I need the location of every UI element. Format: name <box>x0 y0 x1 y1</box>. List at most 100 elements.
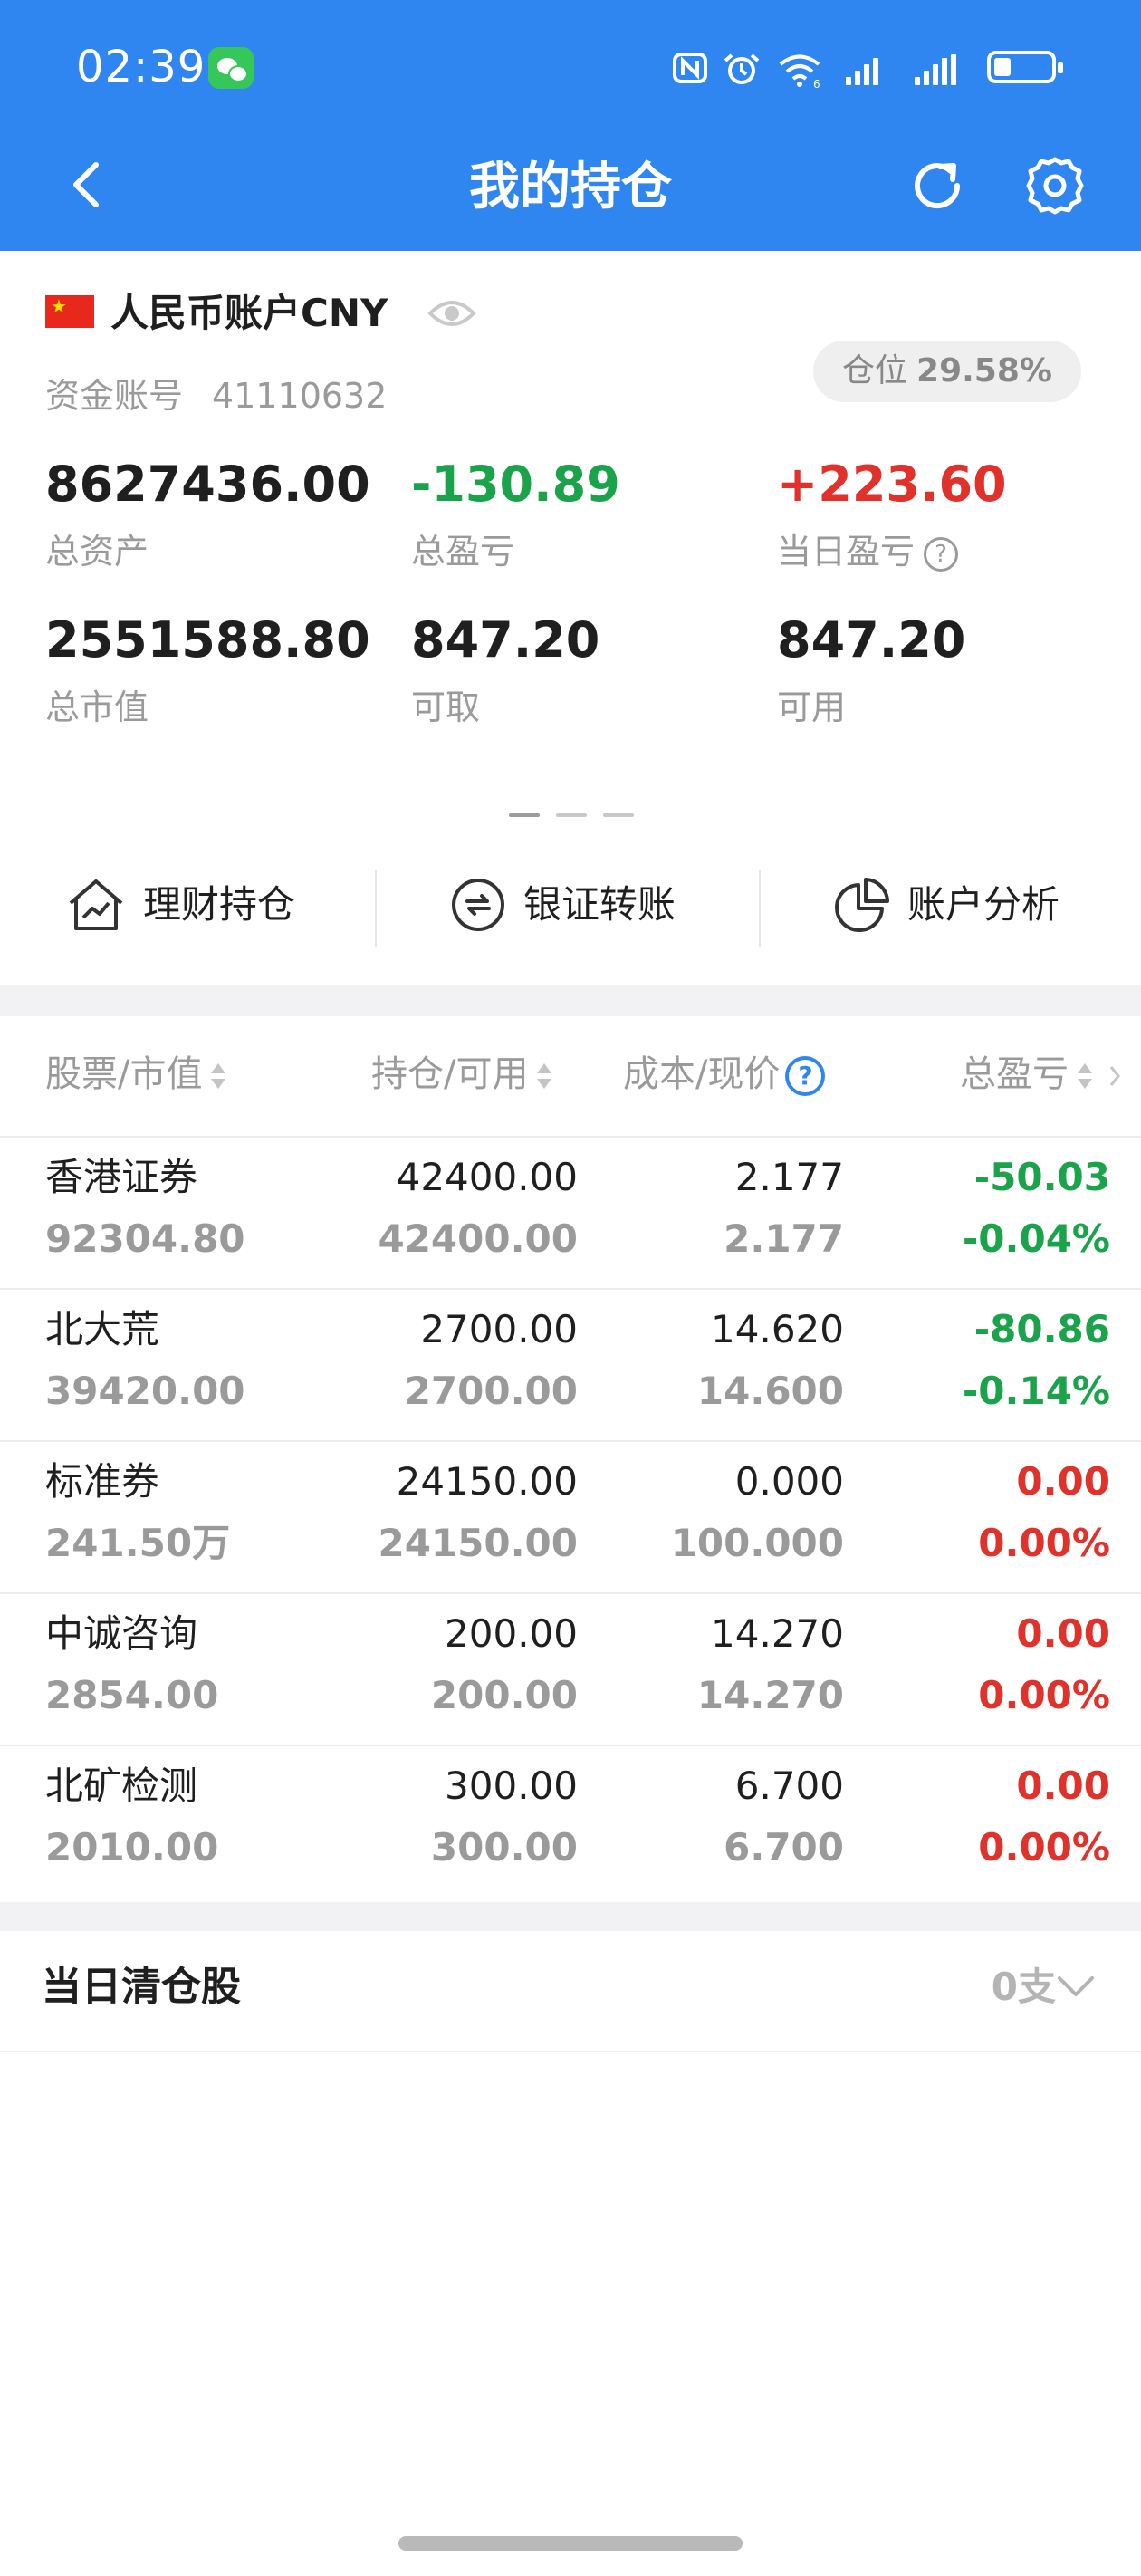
available-qty: 300.00 <box>430 1825 578 1870</box>
profit-loss: -50.03 <box>973 1155 1110 1199</box>
refresh-icon[interactable] <box>906 154 969 217</box>
signal-icon-1 <box>846 54 878 85</box>
china-flag-icon: ★ <box>45 295 94 328</box>
stock-name: 北大荒 <box>45 1307 160 1351</box>
profit-loss-pct: -0.14% <box>962 1369 1110 1413</box>
current-price: 2.177 <box>724 1216 844 1261</box>
profit-loss-pct: -0.04% <box>962 1216 1110 1261</box>
current-price: 100.000 <box>670 1521 844 1565</box>
withdrawable-label: 可取 <box>411 687 481 727</box>
battery-icon <box>987 51 1063 83</box>
available-qty: 24150.00 <box>378 1521 578 1565</box>
position-ratio-badge: 仓位 29.58% <box>813 341 1081 402</box>
available-value: 847.20 <box>777 611 966 668</box>
cost-price: 14.270 <box>711 1611 844 1656</box>
holding-qty: 24150.00 <box>396 1459 578 1504</box>
total-assets-label: 总资产 <box>45 532 149 572</box>
scroll-right-icon <box>1109 1066 1120 1086</box>
quick-actions: 理财持仓 银证转账 账户分析 <box>0 855 1141 955</box>
total-market-value: 2551588.80 <box>45 611 370 668</box>
sort-icon <box>1078 1060 1092 1092</box>
profit-loss: 0.00 <box>1016 1459 1110 1504</box>
sort-icon <box>537 1060 552 1092</box>
holding-qty: 300.00 <box>445 1764 578 1808</box>
col-header-cost: 成本/现价? <box>623 1047 826 1101</box>
available-qty: 42400.00 <box>378 1216 578 1261</box>
col-header-stock[interactable]: 股票/市值 <box>45 1047 226 1101</box>
total-assets-value: 8627436.00 <box>45 456 370 513</box>
cleared-today-count[interactable]: 0支 <box>992 1960 1056 2014</box>
profit-loss: 0.00 <box>1016 1611 1110 1656</box>
market-value: 2854.00 <box>45 1673 219 1717</box>
position-label: 仓位 <box>842 352 908 389</box>
stock-name: 标准券 <box>45 1459 160 1504</box>
market-value: 92304.80 <box>45 1216 245 1261</box>
signal-icon-2 <box>915 54 956 85</box>
market-value: 241.50万 <box>45 1521 231 1565</box>
sort-icon <box>211 1060 226 1092</box>
cost-price: 6.700 <box>734 1764 844 1808</box>
daily-pl-label: 当日盈亏 <box>777 532 916 572</box>
table-row[interactable]: 香港证券 92304.80 42400.00 42400.00 2.177 2.177 -5… <box>0 1138 1141 1290</box>
pie-chart-icon <box>835 878 889 932</box>
bank-transfer-label: 银证转账 <box>523 882 676 927</box>
available-label: 可用 <box>777 687 847 727</box>
stock-name: 香港证券 <box>45 1155 198 1199</box>
current-price: 14.600 <box>696 1369 844 1413</box>
col-header-pl-label: 总盈亏 <box>960 1053 1069 1095</box>
home-indicator[interactable] <box>398 2536 743 2551</box>
nav-bar: 我的持仓 <box>0 136 1141 235</box>
account-analysis-button[interactable]: 账户分析 <box>833 855 1060 955</box>
market-value: 39420.00 <box>45 1369 245 1413</box>
help-icon[interactable]: ? <box>785 1056 826 1096</box>
daily-pl-value: +223.60 <box>777 456 1007 513</box>
battery-fill <box>994 58 1011 76</box>
position-value: 29.58% <box>916 352 1052 389</box>
app-header: 02:39 6 我的持仓 <box>0 0 1141 251</box>
cost-price: 0.000 <box>734 1459 844 1504</box>
table-row[interactable]: 北矿检测 2010.00 300.00 300.00 6.700 6.700 0.00 0.0… <box>0 1746 1141 1898</box>
transfer-icon <box>452 879 504 931</box>
divider <box>0 2051 1141 2052</box>
profit-loss: -80.86 <box>973 1307 1110 1351</box>
available-qty: 2700.00 <box>404 1369 578 1413</box>
help-icon[interactable]: ? <box>924 536 959 572</box>
divider <box>375 870 377 947</box>
profit-loss-pct: 0.00% <box>978 1825 1110 1870</box>
account-name: 人民币账户CNY <box>110 291 388 335</box>
nfc-icon <box>673 53 707 83</box>
table-row[interactable]: 北大荒 39420.00 2700.00 2700.00 14.620 14.600 -80… <box>0 1290 1141 1442</box>
col-header-holding[interactable]: 持仓/可用 <box>371 1047 552 1101</box>
col-header-stock-label: 股票/市值 <box>45 1053 203 1095</box>
house-chart-icon <box>69 879 123 930</box>
profit-loss-pct: 0.00% <box>978 1521 1110 1565</box>
col-header-cost-label: 成本/现价 <box>623 1053 781 1095</box>
table-row[interactable]: 标准券 241.50万 24150.00 24150.00 0.000 100.000 0.… <box>0 1442 1141 1594</box>
total-pl-value: -130.89 <box>411 456 620 513</box>
wechat-icon <box>208 47 254 89</box>
eye-icon[interactable] <box>427 295 476 332</box>
daily-pl-label-wrap: 当日盈亏? <box>777 529 959 574</box>
table-row[interactable]: 中诚咨询 2854.00 200.00 200.00 14.270 14.270 0.00 0… <box>0 1594 1141 1746</box>
col-header-pl[interactable]: 总盈亏 <box>960 1047 1122 1101</box>
profit-loss-pct: 0.00% <box>978 1673 1110 1717</box>
withdrawable-value: 847.20 <box>411 611 600 668</box>
account-analysis-label: 账户分析 <box>907 882 1060 927</box>
col-header-holding-label: 持仓/可用 <box>371 1053 529 1095</box>
wealth-holdings-label: 理财持仓 <box>143 882 296 927</box>
bank-transfer-button[interactable]: 银证转账 <box>449 855 676 955</box>
available-qty: 200.00 <box>430 1673 578 1717</box>
cleared-today-title: 当日清仓股 <box>42 1964 241 2010</box>
divider <box>759 870 761 947</box>
settings-gear-icon[interactable] <box>1023 154 1087 217</box>
fund-account-label: 资金账号 <box>45 376 184 416</box>
fund-account-number: 41110632 <box>212 376 388 416</box>
alarm-icon <box>724 53 760 84</box>
svg-text:6: 6 <box>813 78 820 89</box>
wifi-icon: 6 <box>779 54 820 89</box>
chevron-down-icon[interactable] <box>1054 1971 1098 2004</box>
wealth-holdings-button[interactable]: 理财持仓 <box>65 855 295 955</box>
status-time: 02:39 <box>76 42 206 92</box>
section-gap <box>0 985 1141 1016</box>
status-bar: 02:39 6 <box>0 40 1141 94</box>
